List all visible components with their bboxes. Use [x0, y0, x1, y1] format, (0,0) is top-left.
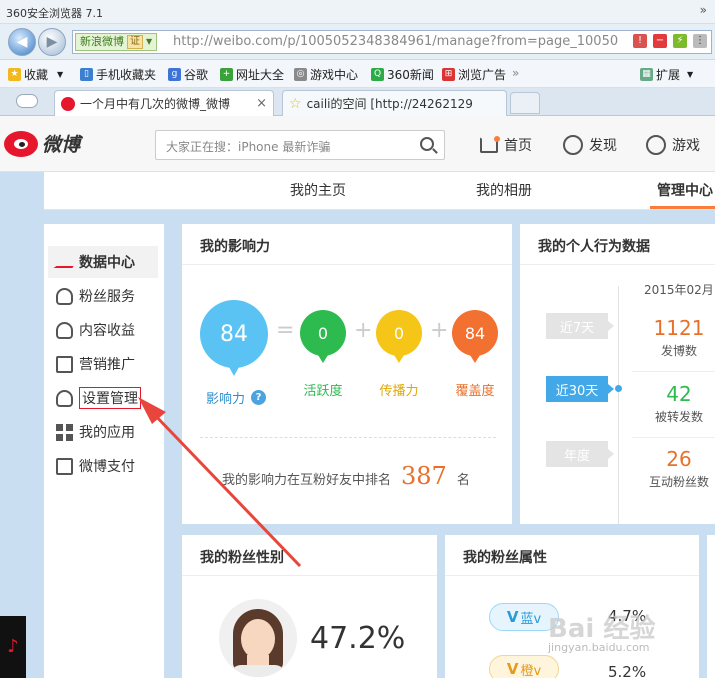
annotation-arrow [138, 397, 302, 568]
music-note-icon[interactable]: ♪ [0, 616, 26, 678]
arrow-shaft [148, 408, 302, 568]
arrow-head-icon [138, 397, 166, 424]
watermark: Bai 经验 jingyan.baidu.com [548, 614, 656, 654]
